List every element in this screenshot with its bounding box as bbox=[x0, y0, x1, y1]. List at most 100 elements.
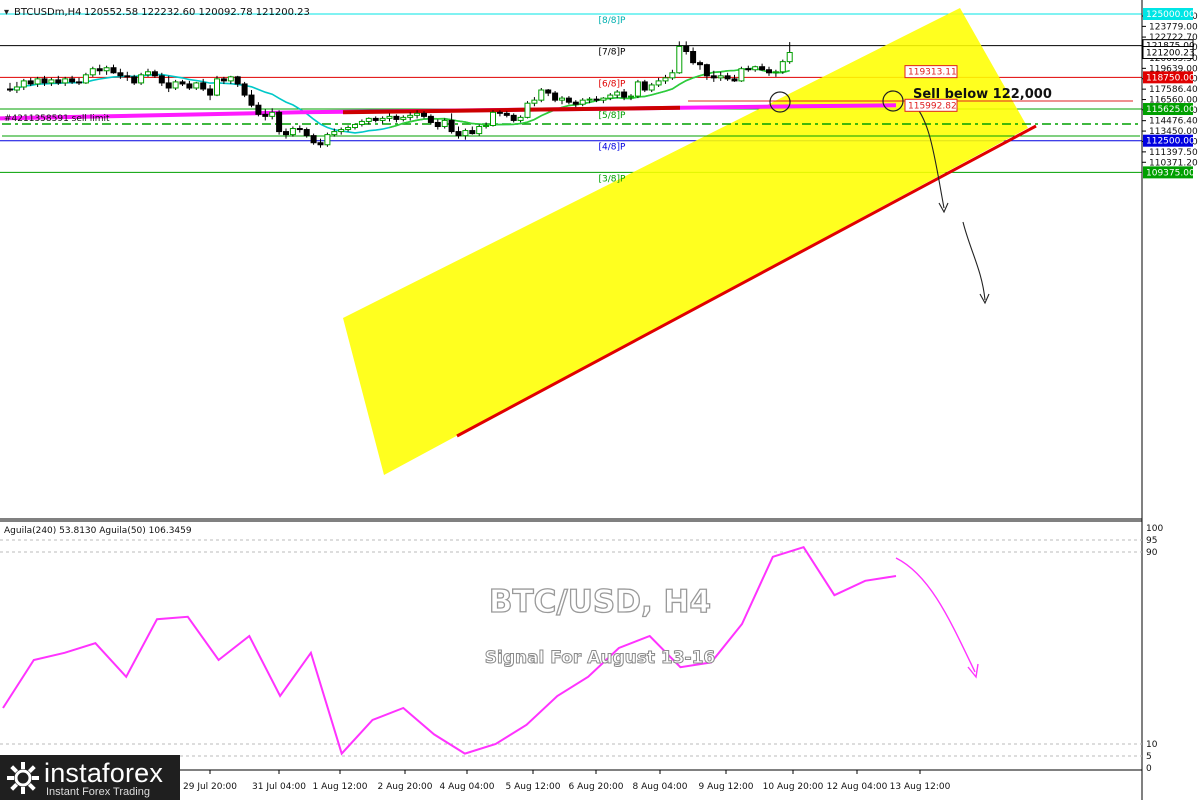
bull-candle-body bbox=[772, 71, 779, 74]
bull-candle-body bbox=[48, 79, 55, 84]
candle-70 bbox=[490, 110, 496, 127]
bull-candle-body bbox=[13, 86, 20, 91]
time-tick-label-7: 6 Aug 20:00 bbox=[569, 782, 624, 792]
level-price-tag-label-0: 125000.00 bbox=[1146, 10, 1195, 20]
bear-candle-body bbox=[165, 82, 172, 89]
bull-candle-body bbox=[103, 67, 110, 72]
indicator-label: Aguila(240) 53.8130 Aguila(50) 106.3459 bbox=[4, 526, 192, 536]
gear-logo-icon bbox=[7, 762, 39, 794]
bull-candle-body bbox=[89, 68, 96, 76]
bull-candle-body bbox=[628, 95, 634, 98]
bear-candle-body bbox=[179, 81, 186, 85]
level-label-4: [4/8]P bbox=[599, 143, 627, 153]
bull-candle-body bbox=[62, 78, 69, 84]
bear-candle-body bbox=[158, 75, 165, 84]
bull-candle-body bbox=[414, 112, 421, 116]
bull-candle-body bbox=[752, 66, 759, 71]
bear-candle-body bbox=[317, 142, 324, 146]
bull-candle-body bbox=[145, 71, 151, 76]
level-label-5: [3/8]P bbox=[599, 174, 627, 184]
bear-candle-body bbox=[572, 101, 579, 105]
price-tick-label-10: 114476.40 bbox=[1149, 117, 1198, 127]
bear-candle-body bbox=[745, 68, 752, 71]
bull-candle-body bbox=[331, 131, 338, 136]
bear-candle-body bbox=[455, 131, 462, 137]
bull-candle-body bbox=[676, 45, 683, 74]
bear-candle-body bbox=[434, 121, 441, 128]
bull-candle-body bbox=[82, 74, 89, 84]
bear-candle-body bbox=[186, 83, 193, 89]
bear-candle-body bbox=[621, 91, 628, 98]
candle-46 bbox=[324, 132, 331, 147]
bull-candle-body bbox=[738, 68, 745, 82]
bull-candle-body bbox=[483, 124, 490, 128]
bear-candle-body bbox=[7, 88, 13, 91]
ma-price-label: 119313.11 bbox=[908, 68, 957, 78]
bull-candle-body bbox=[379, 117, 386, 121]
bull-candle-body bbox=[269, 111, 276, 117]
bear-candle-body bbox=[503, 112, 510, 116]
bear-candle-body bbox=[565, 97, 572, 103]
candle-44 bbox=[310, 133, 317, 145]
bear-candle-body bbox=[41, 78, 48, 84]
bear-candle-body bbox=[469, 130, 476, 135]
bull-candle-body bbox=[338, 129, 345, 133]
bear-candle-body bbox=[766, 69, 772, 74]
bear-candle-body bbox=[262, 113, 269, 117]
bear-candle-body bbox=[124, 75, 131, 78]
time-tick-label-2: 31 Jul 04:00 bbox=[252, 782, 306, 792]
bull-candle-body bbox=[138, 74, 145, 84]
bear-candle-body bbox=[255, 104, 262, 115]
bull-candle-body bbox=[538, 89, 545, 101]
bear-candle-body bbox=[710, 75, 717, 79]
chart-canvas[interactable]: [8/8]P[7/8]P[6/8]P[5/8]P[4/8]P[3/8]P Sel… bbox=[0, 0, 1200, 800]
bear-candle-body bbox=[241, 83, 248, 96]
bull-candle-body bbox=[289, 128, 296, 136]
bull-candle-body bbox=[227, 76, 234, 82]
bull-candle-body bbox=[345, 127, 352, 131]
level-price-tag-label-5: 109375.00 bbox=[1146, 168, 1195, 178]
bull-candle-body bbox=[358, 120, 365, 125]
bull-candle-body bbox=[34, 78, 41, 85]
bear-candle-body bbox=[372, 117, 379, 121]
ohlc-readout: 120552.58 122232.60 120092.78 121200.23 bbox=[84, 7, 310, 18]
brand-name: instaforex bbox=[44, 758, 164, 788]
bear-candle-body bbox=[683, 45, 690, 53]
bear-candle-body bbox=[283, 131, 289, 136]
candle-75 bbox=[524, 101, 531, 119]
time-tick-label-3: 1 Aug 12:00 bbox=[313, 782, 368, 792]
time-tick-label-1: 29 Jul 20:00 bbox=[183, 782, 237, 792]
bull-candle-body bbox=[386, 115, 393, 119]
bear-candle-body bbox=[690, 51, 697, 64]
level-label-1: [7/8]P bbox=[599, 48, 627, 58]
bull-candle-body bbox=[490, 111, 496, 126]
candle-79 bbox=[552, 91, 559, 103]
bear-candle-body bbox=[131, 76, 138, 84]
bull-candle-body bbox=[324, 134, 331, 146]
bull-candle-body bbox=[586, 98, 593, 101]
bull-candle-body bbox=[531, 99, 538, 104]
bull-candle-body bbox=[214, 78, 220, 96]
bear-candle-body bbox=[510, 114, 517, 121]
bear-candle-body bbox=[552, 92, 559, 101]
level-label-0: [8/8]P bbox=[599, 16, 627, 26]
bull-candle-body bbox=[365, 117, 372, 122]
bear-candle-body bbox=[731, 78, 738, 82]
bear-candle-body bbox=[69, 78, 76, 83]
bull-candle-body bbox=[20, 80, 27, 88]
bull-candle-body bbox=[648, 84, 655, 91]
brand-logo[interactable]: instaforex Instant Forex Trading bbox=[0, 755, 180, 800]
symbol-caret-icon[interactable]: ▾ bbox=[4, 7, 9, 18]
candle-34 bbox=[241, 81, 248, 98]
bear-candle-body bbox=[151, 71, 158, 77]
bear-candle-body bbox=[96, 68, 103, 72]
bear-candle-body bbox=[296, 128, 303, 131]
bull-candle-body bbox=[634, 81, 641, 97]
bull-candle-body bbox=[462, 130, 469, 137]
bear-candle-body bbox=[27, 80, 34, 85]
bear-candle-body bbox=[545, 89, 552, 94]
level-price-tag-label-2: 118750.00 bbox=[1146, 73, 1195, 83]
bull-candle-body bbox=[600, 97, 607, 101]
bear-candle-body bbox=[724, 75, 731, 80]
bear-candle-body bbox=[76, 81, 82, 84]
